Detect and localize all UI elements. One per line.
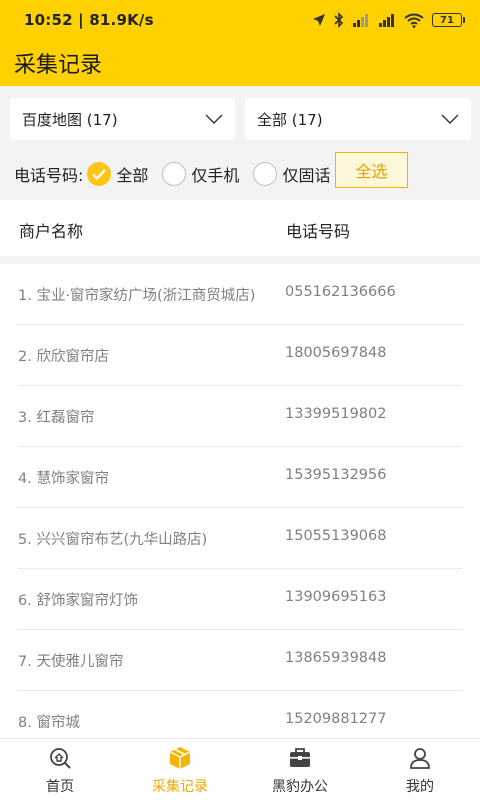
tab-mine[interactable]: 我的: [360, 739, 480, 800]
signal-icon-2: [379, 14, 394, 27]
location-icon: [313, 14, 325, 26]
table-row[interactable]: 7. 天使雅儿窗帘 13865939848: [0, 630, 480, 691]
tab-collection-records[interactable]: 采集记录: [120, 739, 240, 800]
radio-all-label: 全部: [116, 166, 149, 185]
table-row[interactable]: 8. 窗帘城 15209881277: [0, 691, 480, 738]
radio-landline-only[interactable]: [253, 162, 278, 186]
tab-office[interactable]: 黑豹办公: [240, 739, 360, 800]
merchant-name: 7. 天使雅儿窗帘: [18, 654, 124, 670]
merchant-phone: 13399519802: [285, 406, 387, 422]
bottom-tab-bar: 首页 采集记录 黑豹办公 我的: [0, 738, 480, 800]
tab-mine-label: 我的: [406, 779, 434, 795]
tab-home-label: 首页: [46, 779, 74, 795]
category-dropdown[interactable]: 全部 (17): [245, 98, 471, 140]
signal-icon-1: [353, 14, 368, 27]
wifi-icon: [404, 13, 424, 28]
merchant-name: 4. 慧饰家窗帘: [18, 471, 109, 487]
table-row[interactable]: 3. 红磊窗帘 13399519802: [0, 386, 480, 447]
status-time-speed: 10:52 | 81.9K/s: [24, 11, 154, 29]
home-search-icon: [48, 746, 72, 770]
merchant-phone: 15395132956: [285, 467, 387, 483]
radio-landline-only-label: 仅固话: [282, 166, 331, 185]
merchant-list[interactable]: 1. 宝业·窗帘家纺广场(浙江商贸城店) 055162136666 2. 欣欣窗…: [0, 264, 480, 738]
battery-icon: 71: [432, 13, 465, 27]
column-header-phone: 电话号码: [286, 222, 351, 241]
merchant-phone: 15055139068: [285, 528, 387, 544]
table-row[interactable]: 6. 舒饰家窗帘灯饰 13909695163: [0, 569, 480, 630]
page-title: 采集记录: [14, 53, 103, 78]
merchant-name: 6. 舒饰家窗帘灯饰: [18, 593, 138, 609]
merchant-name: 8. 窗帘城: [18, 715, 80, 731]
table-row[interactable]: 1. 宝业·窗帘家纺广场(浙江商贸城店) 055162136666: [0, 264, 480, 325]
phone-filter-label: 电话号码:: [14, 166, 84, 185]
table-row[interactable]: 2. 欣欣窗帘店 18005697848: [0, 325, 480, 386]
column-header-name: 商户名称: [19, 222, 84, 241]
merchant-phone: 15209881277: [285, 711, 387, 727]
status-icons: 71: [312, 12, 465, 28]
phone-filter-row: 电话号码: 全部 仅手机 仅固话: [14, 158, 336, 190]
app-header: 采集记录: [0, 40, 480, 86]
radio-all[interactable]: [87, 162, 112, 186]
merchant-phone: 13909695163: [285, 589, 387, 605]
select-all-button[interactable]: 全选: [335, 152, 408, 188]
bluetooth-icon: [334, 12, 344, 28]
box-icon: [168, 746, 192, 770]
merchant-phone: 18005697848: [285, 345, 387, 361]
briefcase-icon: [288, 746, 312, 770]
source-dropdown-value: 百度地图 (17): [22, 110, 118, 129]
tab-office-label: 黑豹办公: [272, 779, 328, 795]
status-bar: 10:52 | 81.9K/s 71: [0, 0, 480, 40]
merchant-name: 3. 红磊窗帘: [18, 410, 95, 426]
tab-home[interactable]: 首页: [0, 739, 120, 800]
table-row[interactable]: 5. 兴兴窗帘布艺(九华山路店) 15055139068: [0, 508, 480, 569]
user-icon: [408, 746, 432, 770]
table-header: 商户名称 电话号码: [0, 200, 480, 256]
table-row[interactable]: 4. 慧饰家窗帘 15395132956: [0, 447, 480, 508]
radio-mobile-only-label: 仅手机: [191, 166, 240, 185]
merchant-name: 2. 欣欣窗帘店: [18, 349, 109, 365]
radio-mobile-only[interactable]: [162, 162, 187, 186]
chevron-down-icon: [441, 114, 459, 124]
chevron-down-icon: [205, 114, 223, 124]
merchant-phone: 13865939848: [285, 650, 387, 666]
merchant-name: 1. 宝业·窗帘家纺广场(浙江商贸城店): [18, 288, 256, 304]
check-icon: [92, 168, 107, 180]
battery-level: 71: [440, 14, 454, 26]
source-dropdown[interactable]: 百度地图 (17): [10, 98, 235, 140]
merchant-name: 5. 兴兴窗帘布艺(九华山路店): [18, 532, 208, 548]
merchant-phone: 055162136666: [285, 284, 396, 300]
tab-collection-records-label: 采集记录: [152, 779, 208, 795]
divider: [0, 256, 480, 264]
category-dropdown-value: 全部 (17): [257, 110, 323, 129]
